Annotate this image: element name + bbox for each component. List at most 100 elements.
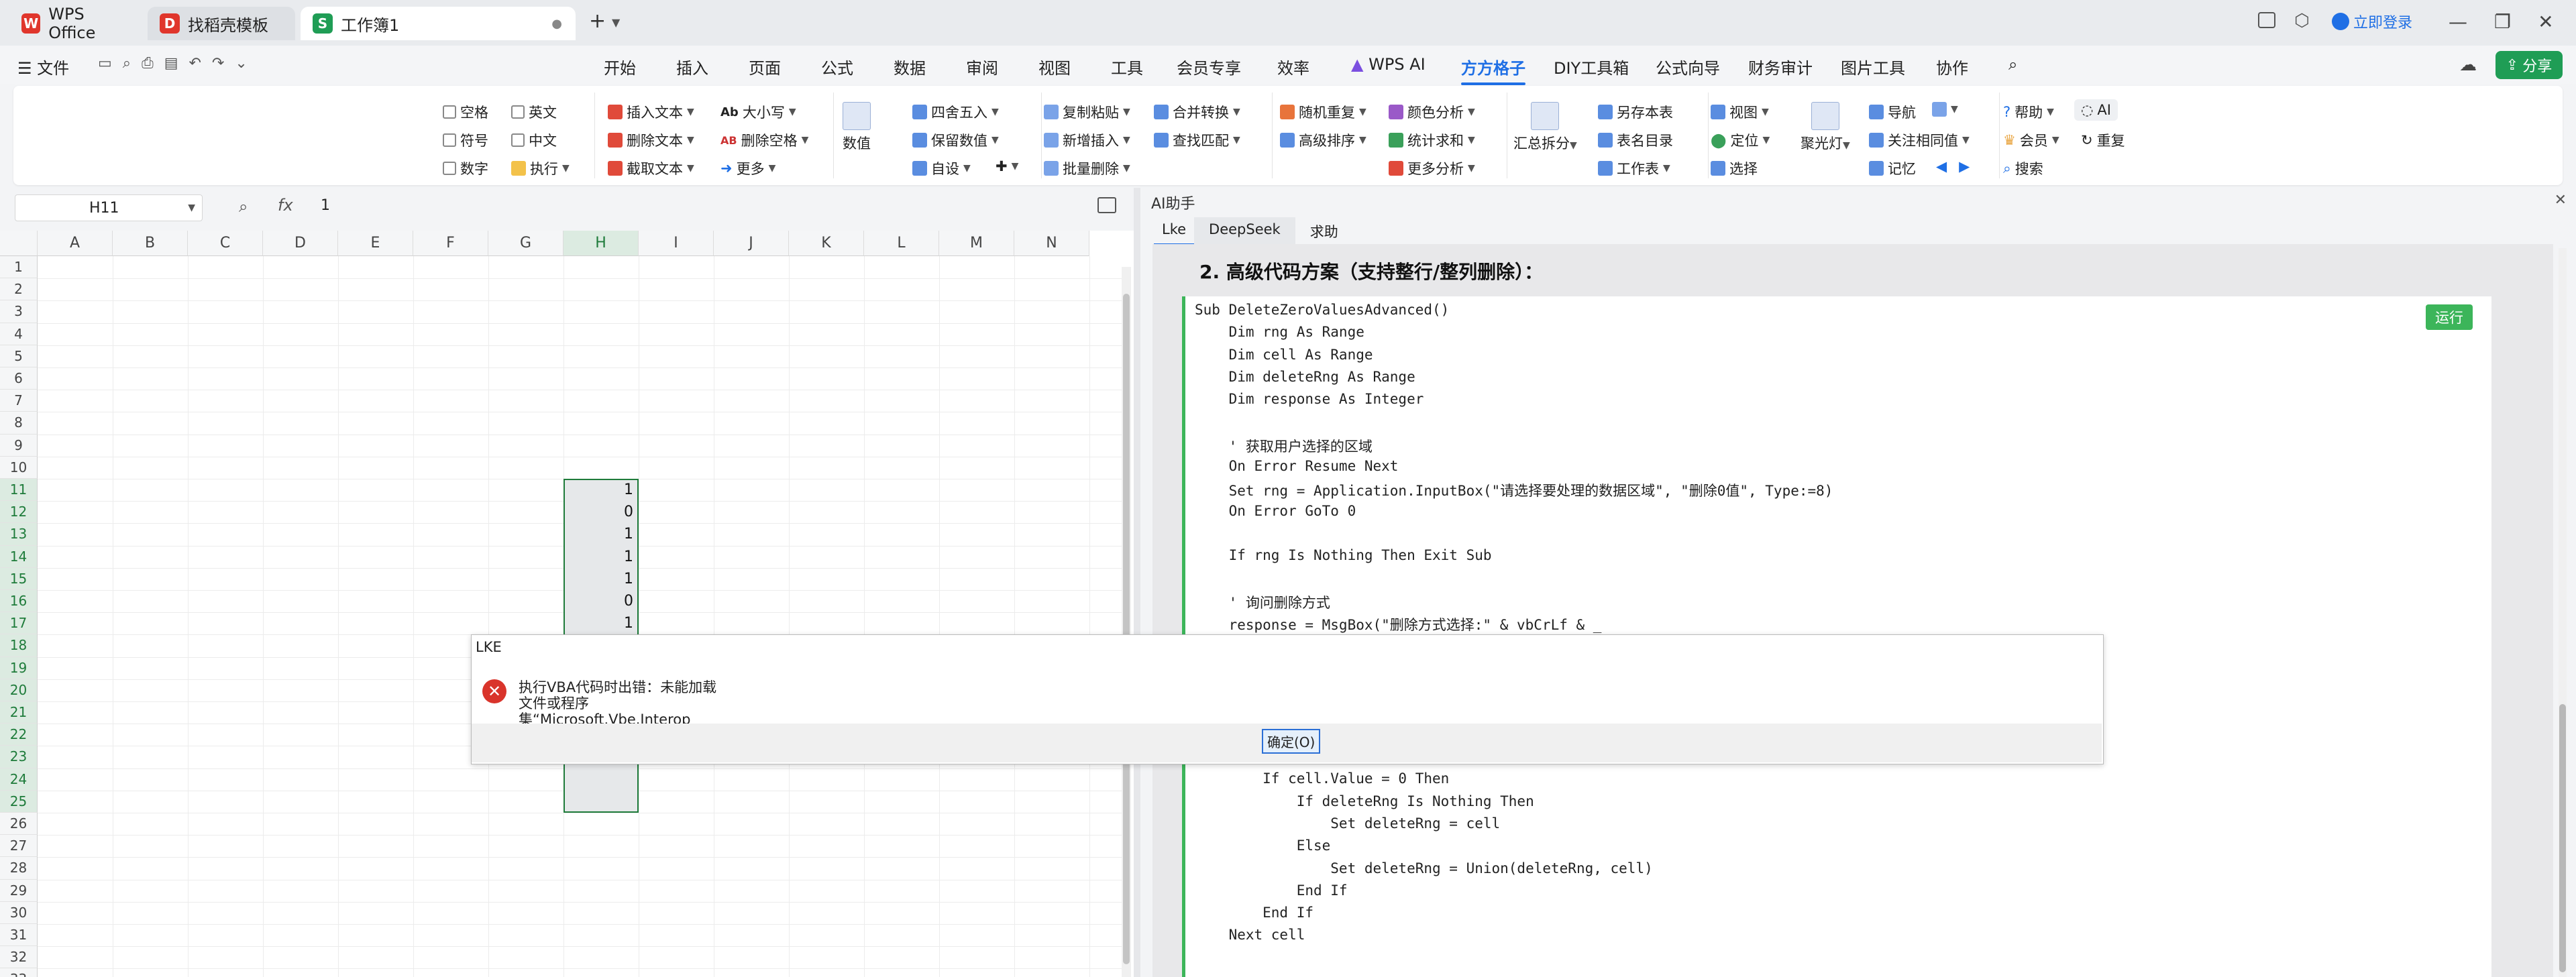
cell-value[interactable]: 1 [564,549,633,565]
window-mode-icon[interactable] [2258,12,2275,28]
tab-lke[interactable]: Lke [1154,217,1195,245]
cell-value[interactable]: 1 [564,481,633,498]
spreadsheet-grid[interactable]: ABCDEFGHIJKLMN 1 2 3 4 5 6 7 8 9 10 11 12 13 14 15 16 17… [0,231,1134,977]
grid-view-button[interactable]: ▼ [1932,102,1958,117]
scrollbar-thumb[interactable] [1123,294,1130,964]
help-button[interactable]: ? 帮助 ▼ [2003,102,2054,122]
menu-review[interactable]: 审阅 [966,55,998,78]
row-header[interactable]: 3 [0,300,38,323]
advanced-sort-button[interactable]: 高级排序 ▼ [1280,130,1366,150]
arrow-left-icon[interactable]: ◀ [1936,158,1947,174]
cell-value[interactable]: 1 [564,571,633,587]
name-box[interactable]: H11 ▼ [15,194,203,221]
row-header[interactable]: 13 [0,523,38,546]
more-analysis-button[interactable]: 更多分析 ▼ [1389,158,1475,178]
menu-wps-ai[interactable]: ▲ WPS AI [1351,55,1426,74]
row-header[interactable]: 24 [0,768,38,791]
panel-splitter[interactable] [1134,188,1140,977]
close-panel-icon[interactable]: ✕ [2555,192,2567,209]
column-header[interactable]: H [564,231,639,256]
column-header[interactable]: E [338,231,413,256]
custom-button[interactable]: 自设 ▼ [912,158,971,178]
checkbox-english[interactable]: 英文 [511,102,557,122]
chevron-down-icon[interactable]: ▼ [188,203,195,213]
save-sheet-button[interactable]: 另存本表 [1598,102,1673,122]
worksheet-button[interactable]: 工作表 ▼ [1598,158,1670,178]
row-header[interactable]: 22 [0,724,38,746]
row-header[interactable]: 31 [0,924,38,947]
cloud-upload-icon[interactable]: ☁ [2459,55,2477,75]
delete-text-button[interactable]: 删除文本 ▼ [608,130,694,150]
close-icon[interactable]: ✕ [2538,11,2553,33]
menu-image-tools[interactable]: 图片工具 [1841,55,1905,78]
checkbox-space[interactable]: 空格 [443,102,488,122]
quick-access-icons[interactable]: ▭⌕⎙▤↶↷⌄ [98,55,258,72]
memory-button[interactable]: 记忆 [1869,158,1916,178]
row-header[interactable]: 15 [0,567,38,590]
row-header[interactable]: 17 [0,612,38,635]
round-button[interactable]: 四舍五入 ▼ [912,102,999,122]
insert-text-button[interactable]: 插入文本 ▼ [608,102,694,122]
same-value-button[interactable]: 关注相同值 ▼ [1869,130,1970,150]
column-header[interactable]: M [939,231,1014,256]
column-header[interactable]: I [639,231,714,256]
column-header[interactable]: B [113,231,188,256]
column-header[interactable]: J [714,231,789,256]
row-header[interactable]: 1 [0,256,38,279]
row-header[interactable]: 16 [0,590,38,613]
row-header[interactable]: 29 [0,879,38,902]
vertical-scrollbar[interactable] [1122,267,1131,977]
row-header[interactable]: 10 [0,456,38,479]
spotlight-button[interactable]: 聚光灯▼ [1801,102,1850,153]
column-header[interactable]: N [1014,231,1089,256]
menu-tools[interactable]: 工具 [1111,55,1143,78]
menu-efficiency[interactable]: 效率 [1277,55,1309,78]
panel-scrollbar-thumb[interactable] [2559,704,2566,972]
tab-wps-office[interactable]: W WPS Office [9,5,144,42]
ok-button[interactable]: 确定(O) [1262,729,1321,754]
column-header[interactable]: D [263,231,338,256]
tab-deepseek[interactable]: DeepSeek [1194,217,1295,245]
expand-formula-icon[interactable] [1097,197,1116,213]
formula-input[interactable]: 1 [321,197,330,214]
search-icon[interactable]: ⌕ [2008,55,2017,74]
more-text-button[interactable]: ➜ 更多 ▼ [720,158,775,178]
menu-formula-wizard[interactable]: 公式向导 [1656,55,1720,78]
menu-diy[interactable]: DIY工具箱 [1554,55,1629,78]
row-header[interactable]: 8 [0,412,38,435]
execute-button[interactable]: 执行 ▼ [511,158,570,178]
row-header[interactable]: 28 [0,857,38,880]
member-button[interactable]: ♛ 会员 ▼ [2003,130,2059,150]
numbers-button[interactable]: 数值 [843,102,871,153]
row-header[interactable]: 26 [0,813,38,836]
cell-value[interactable]: 1 [564,526,633,542]
row-header[interactable]: 7 [0,390,38,412]
column-header[interactable]: L [864,231,939,256]
random-repeat-button[interactable]: 随机重复 ▼ [1280,102,1366,122]
row-header[interactable]: 4 [0,323,38,345]
menu-member[interactable]: 会员专享 [1177,55,1241,78]
column-header[interactable]: G [488,231,564,256]
menu-formulas[interactable]: 公式 [821,55,853,78]
arrow-right-icon[interactable]: ▶ [1959,158,1970,174]
row-header[interactable]: 21 [0,701,38,724]
cube-icon[interactable]: ⬡ [2294,11,2310,31]
checkbox-chinese[interactable]: 中文 [511,130,557,150]
checkbox-symbol[interactable]: 符号 [443,130,488,150]
row-header[interactable]: 23 [0,746,38,768]
new-tab-button[interactable]: + [589,9,606,33]
login-button[interactable]: 立即登录 [2332,11,2412,32]
select-button[interactable]: 选择 [1711,158,1758,178]
file-menu[interactable]: ☰ 文件 [17,55,69,78]
panel-scrollbar[interactable] [2559,248,2567,977]
restore-icon[interactable]: ❐ [2494,11,2511,33]
menu-insert[interactable]: 插入 [676,55,708,78]
locate-button[interactable]: ⬤ 定位 ▼ [1711,130,1770,150]
menu-finance-audit[interactable]: 财务审计 [1748,55,1813,78]
case-button[interactable]: Ab 大小写 ▼ [720,102,796,122]
menu-collaborate[interactable]: 协作 [1936,55,1968,78]
plus-button[interactable]: ✚ ▼ [996,158,1018,174]
share-button[interactable]: ⇪ 分享 [2496,51,2563,79]
row-header[interactable]: 5 [0,345,38,367]
row-header[interactable]: 20 [0,679,38,701]
